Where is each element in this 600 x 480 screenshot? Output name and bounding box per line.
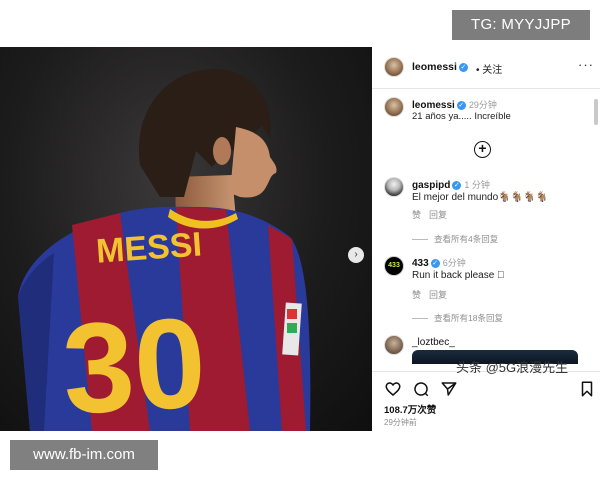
comment-avatar[interactable] bbox=[384, 335, 404, 355]
next-image-button[interactable]: › bbox=[348, 247, 364, 263]
avatar[interactable] bbox=[384, 57, 404, 77]
comment-text: El mejor del mundo🐐🐐🐐🐐 bbox=[412, 192, 548, 203]
post-header: leomessi ✓ • 关注 ··· bbox=[372, 47, 600, 89]
verified-icon: ✓ bbox=[458, 62, 468, 72]
url-badge: www.fb-im.com bbox=[10, 440, 158, 470]
more-options-icon[interactable]: ··· bbox=[578, 57, 594, 72]
caption-username[interactable]: leomessi ✓ 29分钟 bbox=[412, 98, 497, 111]
verified-icon: ✓ bbox=[430, 258, 440, 268]
post-actions-bar: 108.7万次赞 29分钟前 bbox=[372, 371, 600, 431]
comment-avatar[interactable]: 433 bbox=[384, 256, 404, 276]
verified-icon: ✓ bbox=[452, 180, 462, 190]
reply-button[interactable]: 回复 bbox=[429, 210, 447, 220]
comment-actions: 赞回复 bbox=[412, 208, 455, 221]
add-icon[interactable]: + bbox=[474, 141, 491, 158]
tg-badge: TG: MYYJJPP bbox=[452, 10, 590, 40]
watermark: 头条 @5G浪漫先生 bbox=[456, 360, 569, 375]
avatar-text: 433 bbox=[388, 262, 400, 269]
follow-button[interactable]: • 关注 bbox=[476, 61, 502, 76]
post-time: 29分钟前 bbox=[384, 418, 417, 427]
bookmark-icon[interactable] bbox=[578, 380, 596, 398]
view-replies-link[interactable]: 查看所有18条回复 bbox=[412, 312, 503, 324]
caption-avatar[interactable] bbox=[384, 97, 404, 117]
heart-icon[interactable] bbox=[384, 380, 402, 398]
comment-time: 6分钟 bbox=[442, 258, 466, 268]
comment-avatar[interactable] bbox=[384, 177, 404, 197]
comment-username[interactable]: _loztbec_ bbox=[412, 337, 455, 348]
caption-text: 21 años ya..... Increíble bbox=[412, 111, 511, 122]
comment-username[interactable]: 433 ✓ 6分钟 bbox=[412, 256, 466, 269]
header-username[interactable]: leomessi ✓ bbox=[412, 61, 468, 73]
verified-icon: ✓ bbox=[456, 100, 466, 110]
comment-icon[interactable] bbox=[412, 380, 430, 398]
view-replies-link[interactable]: 查看所有4条回复 bbox=[412, 233, 498, 245]
likes-count[interactable]: 108.7万次赞 bbox=[384, 402, 436, 416]
comment-actions: 赞回复 bbox=[412, 288, 455, 301]
comment-text: Run it back please ⃞ bbox=[412, 270, 505, 281]
caption-time: 29分钟 bbox=[468, 100, 497, 110]
jersey-number: 30 bbox=[59, 291, 209, 431]
post-photo: MESSI 30 › bbox=[0, 47, 372, 431]
scrollbar-thumb[interactable] bbox=[594, 99, 598, 125]
like-comment-button[interactable]: 赞 bbox=[412, 210, 421, 220]
like-comment-button[interactable]: 赞 bbox=[412, 290, 421, 300]
share-icon[interactable] bbox=[440, 380, 458, 398]
player-illustration: MESSI 30 bbox=[18, 69, 311, 431]
comment-username[interactable]: gaspipd ✓ 1 分钟 bbox=[412, 178, 490, 191]
reply-button[interactable]: 回复 bbox=[429, 290, 447, 300]
jersey-name: MESSI bbox=[95, 225, 203, 270]
comment-time: 1 分钟 bbox=[464, 180, 490, 190]
